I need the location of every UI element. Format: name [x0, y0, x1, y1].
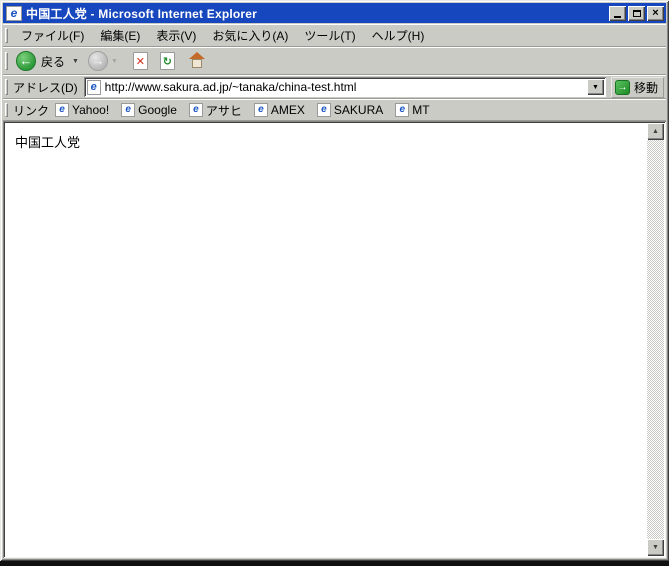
title-bar[interactable]: e 中国工人党 - Microsoft Internet Explorer ×	[3, 3, 666, 23]
address-bar: アドレス(D) e ▼ → 移動	[3, 75, 666, 99]
stop-button[interactable]: ✕	[130, 50, 151, 72]
scroll-up-button[interactable]: ▲	[647, 123, 664, 140]
forward-button[interactable]: → ▼	[85, 49, 124, 73]
toolbar-grip[interactable]	[5, 52, 8, 70]
addressbar-grip[interactable]	[5, 79, 8, 94]
back-button-label: 戻る	[41, 53, 65, 70]
maximize-icon	[633, 10, 641, 17]
refresh-icon: ↻	[160, 52, 175, 70]
link-icon: e	[189, 103, 203, 117]
go-arrow-icon: →	[615, 80, 630, 95]
back-icon: ←	[16, 51, 36, 71]
go-button[interactable]: → 移動	[611, 77, 664, 98]
menu-tools[interactable]: ツール(T)	[296, 24, 363, 47]
window-title: 中国工人党 - Microsoft Internet Explorer	[26, 5, 609, 22]
back-dropdown-icon[interactable]: ▼	[72, 58, 79, 65]
link-yahoo[interactable]: e Yahoo!	[55, 103, 109, 117]
link-icon: e	[317, 103, 331, 117]
address-combobox[interactable]: e ▼	[84, 77, 606, 97]
page-icon: e	[87, 80, 101, 95]
menu-help[interactable]: ヘルプ(H)	[364, 24, 433, 47]
menu-favorites[interactable]: お気に入り(A)	[204, 24, 296, 47]
minimize-button[interactable]	[609, 6, 626, 21]
stop-icon: ✕	[133, 52, 148, 70]
link-amex[interactable]: e AMEX	[254, 103, 305, 117]
vertical-scrollbar[interactable]: ▲ ▼	[647, 123, 664, 556]
menu-view[interactable]: 表示(V)	[148, 24, 204, 47]
links-bar: リンク e Yahoo! e Google e アサヒ e AMEX e SAK…	[3, 99, 666, 121]
home-icon	[187, 52, 207, 70]
address-input[interactable]	[105, 80, 587, 94]
menu-bar: ファイル(F) 編集(E) 表示(V) お気に入り(A) ツール(T) ヘルプ(…	[3, 24, 666, 47]
linksbar-grip[interactable]	[5, 103, 8, 117]
back-button[interactable]: ← 戻る ▼	[13, 49, 85, 73]
link-mt[interactable]: e MT	[395, 103, 429, 117]
link-icon: e	[55, 103, 69, 117]
forward-icon: →	[88, 51, 108, 71]
close-icon: ×	[652, 8, 658, 19]
scroll-up-icon: ▲	[652, 128, 659, 135]
link-google[interactable]: e Google	[121, 103, 177, 117]
menu-edit[interactable]: 編集(E)	[92, 24, 148, 47]
scroll-down-button[interactable]: ▼	[647, 539, 664, 556]
browser-window: e 中国工人党 - Microsoft Internet Explorer × …	[0, 0, 669, 561]
link-icon: e	[254, 103, 268, 117]
scroll-down-icon: ▼	[652, 544, 659, 551]
link-icon: e	[121, 103, 135, 117]
ie-logo-icon: e	[6, 6, 22, 21]
page-content: 中国工人党 ▲ ▼	[3, 121, 666, 558]
close-button[interactable]: ×	[647, 6, 664, 21]
go-button-label: 移動	[634, 79, 658, 96]
menu-file[interactable]: ファイル(F)	[13, 24, 92, 47]
links-label: リンク	[13, 102, 49, 119]
refresh-button[interactable]: ↻	[157, 50, 178, 72]
address-label: アドレス(D)	[13, 79, 78, 96]
chevron-down-icon: ▼	[592, 84, 599, 91]
address-dropdown-button[interactable]: ▼	[587, 79, 604, 95]
minimize-icon	[614, 16, 621, 18]
home-button[interactable]	[184, 50, 210, 72]
link-sakura[interactable]: e SAKURA	[317, 103, 383, 117]
forward-dropdown-icon[interactable]: ▼	[111, 58, 118, 65]
maximize-button[interactable]	[628, 6, 645, 21]
toolbar: ← 戻る ▼ → ▼ ✕ ↻	[3, 47, 666, 75]
link-asahi[interactable]: e アサヒ	[189, 102, 242, 119]
link-icon: e	[395, 103, 409, 117]
menubar-grip[interactable]	[5, 28, 8, 43]
page-heading: 中国工人党	[15, 132, 80, 151]
